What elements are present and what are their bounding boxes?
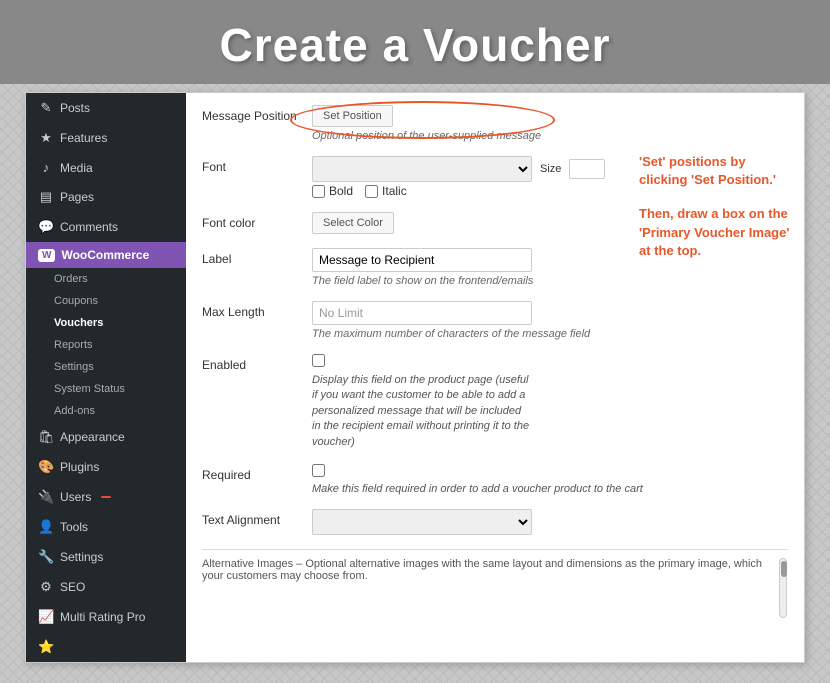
sidebar-item-settings[interactable]: ⚙ SEO: [26, 572, 186, 602]
sidebar-item-seo[interactable]: 📈 Multi Rating Pro: [26, 602, 186, 632]
sidebar-item-pages[interactable]: ▤ Pages: [26, 182, 186, 212]
font-color-label: Font color: [202, 212, 312, 230]
message-position-label: Message Position: [202, 105, 312, 123]
font-size-label: Size: [540, 163, 561, 175]
italic-label[interactable]: Italic: [365, 184, 407, 198]
page-title: Create a Voucher: [0, 18, 830, 72]
enabled-label: Enabled: [202, 354, 312, 372]
plugins-badge: [101, 496, 111, 498]
sidebar-item-multi-rating[interactable]: ⭐: [26, 632, 186, 662]
required-field: Make this field required in order to add…: [312, 464, 788, 495]
features-icon: ★: [38, 130, 54, 146]
sidebar-sub-reports[interactable]: Reports: [26, 334, 186, 356]
scrollbar-track[interactable]: [779, 558, 787, 618]
max-length-field: The maximum number of characters of the …: [312, 301, 788, 340]
content-area: Message Position Set Position Optional p…: [186, 93, 804, 662]
required-desc: Make this field required in order to add…: [312, 483, 788, 495]
required-label: Required: [202, 464, 312, 482]
annotation-line1: 'Set' positions by clicking 'Set Positio…: [639, 153, 794, 189]
header-banner: Create a Voucher: [0, 0, 830, 84]
text-alignment-row: Text Alignment Left Center Right: [202, 509, 788, 535]
enabled-desc: Display this field on the product page (…: [312, 373, 532, 450]
sidebar-sub-add-ons[interactable]: Add-ons: [26, 400, 186, 422]
bold-checkbox[interactable]: [312, 185, 325, 198]
alt-images-row: Alternative Images – Optional alternativ…: [202, 549, 788, 618]
text-alignment-label: Text Alignment: [202, 509, 312, 527]
sidebar-sub-system-status[interactable]: System Status: [26, 378, 186, 400]
sidebar-item-products[interactable]: 🛍 Appearance: [26, 422, 186, 452]
sidebar-sub-coupons[interactable]: Coupons: [26, 290, 186, 312]
annotation-line2: Then, draw a box on the 'Primary Voucher…: [639, 205, 794, 260]
enabled-row: Enabled Display this field on the produc…: [202, 354, 788, 450]
max-length-input[interactable]: [312, 301, 532, 325]
label-hint: The field label to show on the frontend/…: [312, 275, 788, 287]
sidebar-sub-vouchers[interactable]: Vouchers: [26, 312, 186, 334]
scrollbar-thumb[interactable]: [781, 561, 787, 577]
sidebar-item-features[interactable]: ★ Features: [26, 123, 186, 153]
font-select[interactable]: [312, 156, 532, 182]
label-input[interactable]: [312, 248, 532, 272]
enabled-field: Display this field on the product page (…: [312, 354, 788, 450]
bold-label[interactable]: Bold: [312, 184, 353, 198]
sidebar-item-tools[interactable]: 🔧 Settings: [26, 542, 186, 572]
multi-rating-icon: ⭐: [38, 639, 54, 655]
font-label: Font: [202, 156, 312, 174]
woocommerce-header[interactable]: W WooCommerce: [26, 242, 186, 268]
products-icon: 🛍: [38, 429, 54, 445]
sidebar-sub-orders[interactable]: Orders: [26, 268, 186, 290]
message-position-field: Set Position Optional position of the us…: [312, 105, 788, 142]
comments-icon: 💬: [38, 219, 54, 235]
sidebar-item-appearance[interactable]: 🎨 Plugins: [26, 452, 186, 482]
sidebar: ✎ Posts ★ Features ♪ Media ▤ Pages 💬 Com…: [26, 93, 186, 662]
text-alignment-field: Left Center Right: [312, 509, 788, 535]
posts-icon: ✎: [38, 100, 54, 116]
max-length-label: Max Length: [202, 301, 312, 319]
scrollbar[interactable]: [778, 558, 788, 618]
sidebar-sub-settings2[interactable]: Settings: [26, 356, 186, 378]
font-size-input[interactable]: [569, 159, 605, 179]
required-checkbox[interactable]: [312, 464, 325, 477]
message-position-row: Message Position Set Position Optional p…: [202, 105, 788, 142]
sidebar-item-comments[interactable]: 💬 Comments: [26, 212, 186, 242]
media-icon: ♪: [38, 160, 54, 175]
settings-icon: ⚙: [38, 579, 54, 595]
users-icon: 👤: [38, 519, 54, 535]
max-length-hint: The maximum number of characters of the …: [312, 328, 788, 340]
plugins-icon: 🔌: [38, 489, 54, 505]
label-field-label: Label: [202, 248, 312, 266]
enabled-checkbox[interactable]: [312, 354, 325, 367]
set-position-button[interactable]: Set Position: [312, 105, 393, 127]
pages-icon: ▤: [38, 189, 54, 205]
right-annotation: 'Set' positions by clicking 'Set Positio…: [639, 153, 794, 276]
italic-checkbox[interactable]: [365, 185, 378, 198]
message-position-hint: Optional position of the user-supplied m…: [312, 130, 788, 142]
tools-icon: 🔧: [38, 549, 54, 565]
sidebar-item-media[interactable]: ♪ Media: [26, 153, 186, 182]
appearance-icon: 🎨: [38, 459, 54, 475]
main-container: ✎ Posts ★ Features ♪ Media ▤ Pages 💬 Com…: [25, 92, 805, 663]
sidebar-item-posts[interactable]: ✎ Posts: [26, 93, 186, 123]
seo-icon: 📈: [38, 609, 54, 625]
text-alignment-select[interactable]: Left Center Right: [312, 509, 532, 535]
required-row: Required Make this field required in ord…: [202, 464, 788, 495]
sidebar-item-users[interactable]: 👤 Tools: [26, 512, 186, 542]
alt-images-text: Alternative Images – Optional alternativ…: [202, 558, 772, 582]
max-length-row: Max Length The maximum number of charact…: [202, 301, 788, 340]
select-color-button[interactable]: Select Color: [312, 212, 394, 234]
sidebar-item-plugins[interactable]: 🔌 Users: [26, 482, 186, 512]
woo-icon: W: [38, 249, 55, 262]
